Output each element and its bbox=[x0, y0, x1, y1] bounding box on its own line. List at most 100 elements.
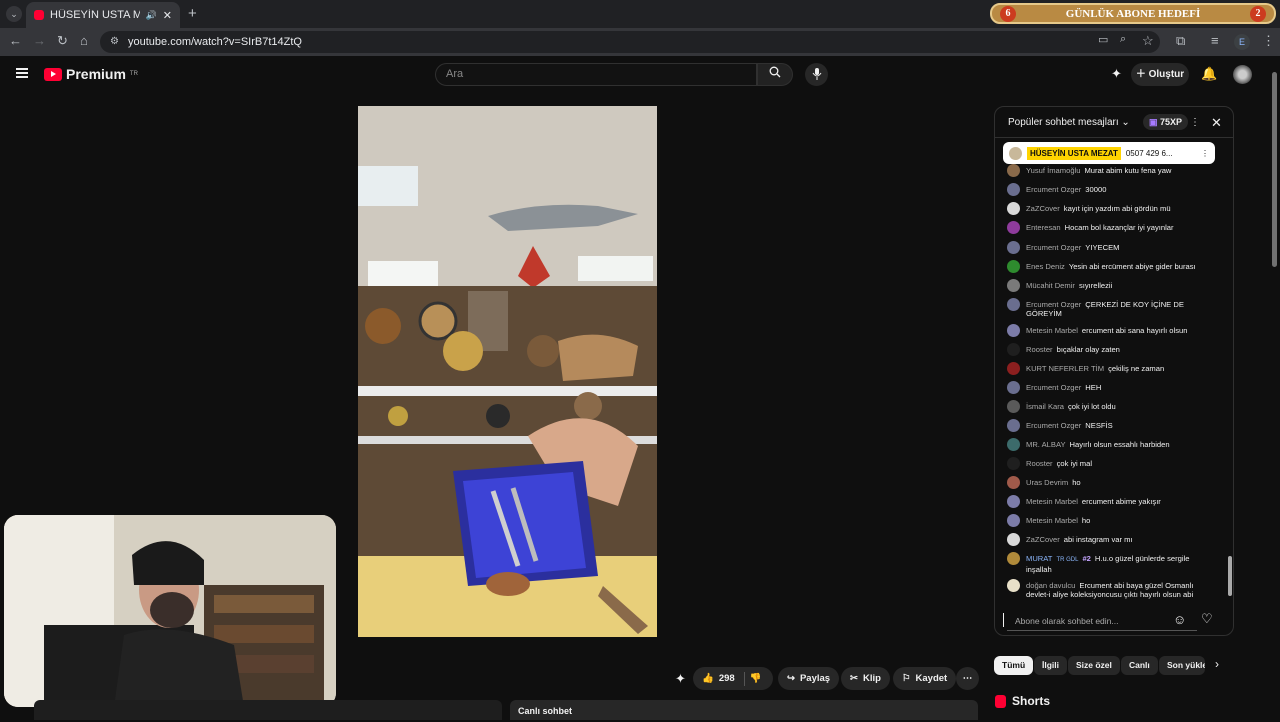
chat-input[interactable]: Abone olarak sohbet edin... bbox=[1007, 611, 1197, 631]
back-arrow-icon[interactable]: ← bbox=[9, 33, 22, 48]
chat-author-name[interactable]: Metesin Marbel bbox=[1026, 516, 1078, 525]
chat-message[interactable]: Ercument Ozger HEH bbox=[1007, 381, 1217, 394]
chat-author-avatar[interactable] bbox=[1007, 362, 1020, 375]
chat-author-name[interactable]: MR. ALBAY bbox=[1026, 440, 1066, 449]
chat-author-avatar[interactable] bbox=[1007, 419, 1020, 432]
clip-button[interactable]: ✂ Klip bbox=[841, 667, 890, 690]
account-avatar[interactable] bbox=[1233, 65, 1252, 84]
chat-author-name[interactable]: Ercument Ozger bbox=[1026, 300, 1081, 309]
chat-author-avatar[interactable] bbox=[1007, 324, 1020, 337]
chat-author-avatar[interactable] bbox=[1007, 279, 1020, 292]
chat-message[interactable]: ZaZCover kayıt için yazdım abi gördün mü bbox=[1007, 202, 1217, 215]
chat-message[interactable]: Metesin Marbel ho bbox=[1007, 514, 1217, 527]
pinned-more-icon[interactable]: ⋮ bbox=[1201, 149, 1209, 158]
chat-author-avatar[interactable] bbox=[1007, 400, 1020, 413]
chat-author-name[interactable]: Enes Deniz bbox=[1026, 262, 1065, 271]
chat-author-name[interactable]: Yusuf İmamoğlu bbox=[1026, 166, 1080, 175]
chat-author-avatar[interactable] bbox=[1007, 381, 1020, 394]
chat-author-avatar[interactable] bbox=[1007, 183, 1020, 196]
chat-message[interactable]: Ercument Ozger 30000 bbox=[1007, 183, 1217, 196]
youtube-logo[interactable]: Premium TR bbox=[44, 66, 138, 82]
chat-message[interactable]: Ercument Ozger ÇERKEZİ DE KOY İÇİNE DE GÖ… bbox=[1007, 298, 1217, 318]
chat-message[interactable]: MURAT TR GDL #2 H.u.o güzel günlerde sergil… bbox=[1007, 552, 1217, 574]
chat-message[interactable]: Metesin Marbel ercument abime yakışır bbox=[1007, 495, 1217, 508]
chat-author-avatar[interactable] bbox=[1007, 260, 1020, 273]
chat-author-name[interactable]: Metesin Marbel bbox=[1026, 497, 1078, 506]
close-chat-icon[interactable]: ✕ bbox=[1211, 107, 1222, 138]
chat-mode-dropdown[interactable]: Popüler sohbet mesajları ⌄ bbox=[1008, 117, 1130, 128]
speaker-icon[interactable]: 🔊 bbox=[146, 10, 157, 21]
chat-author-avatar[interactable] bbox=[1007, 343, 1020, 356]
chat-message[interactable]: Ercument Ozger YIYECEM bbox=[1007, 241, 1217, 254]
media-controls-icon[interactable]: ≡ bbox=[1211, 33, 1219, 48]
chat-author-avatar[interactable] bbox=[1007, 476, 1020, 489]
zoom-icon[interactable]: ⌕ bbox=[1120, 33, 1126, 46]
chat-author-name[interactable]: ZaZCover bbox=[1026, 204, 1060, 213]
chat-message[interactable]: ZaZCover abi instagram var mı bbox=[1007, 533, 1217, 546]
site-info-icon[interactable]: ⚙ bbox=[110, 31, 119, 53]
chat-author-name[interactable]: Rooster bbox=[1026, 345, 1053, 354]
filter-chip[interactable]: Canlı bbox=[1121, 656, 1158, 675]
chat-scrollbar-track[interactable] bbox=[1228, 143, 1232, 599]
tab-list-button[interactable]: ⌄ bbox=[6, 6, 22, 22]
page-scrollbar-thumb[interactable] bbox=[1272, 72, 1277, 267]
chat-author-avatar[interactable] bbox=[1007, 533, 1020, 546]
chat-author-avatar[interactable] bbox=[1007, 514, 1020, 527]
heart-icon[interactable]: ♡ bbox=[1201, 611, 1213, 627]
chat-message[interactable]: Rooster bıçaklar olay zaten bbox=[1007, 343, 1217, 356]
chat-message[interactable]: Yusuf İmamoğlu Murat abim kutu fena yaw bbox=[1007, 164, 1217, 177]
video-player[interactable] bbox=[358, 106, 657, 637]
chat-author-name[interactable]: Ercument Ozger bbox=[1026, 383, 1081, 392]
dislike-button[interactable]: 👎 bbox=[750, 673, 762, 684]
chat-author-avatar[interactable] bbox=[1007, 552, 1020, 565]
chat-author-name[interactable]: Ercument Ozger bbox=[1026, 421, 1081, 430]
bookmark-star-icon[interactable]: ☆ bbox=[1142, 33, 1154, 49]
chat-author-name[interactable]: Metesin Marbel bbox=[1026, 326, 1078, 335]
chat-author-avatar[interactable] bbox=[1007, 495, 1020, 508]
filter-chip[interactable]: Son yükle bbox=[1159, 656, 1205, 675]
chat-more-icon[interactable]: ⋮ bbox=[1190, 107, 1200, 138]
home-icon[interactable]: ⌂ bbox=[80, 33, 88, 48]
chat-message[interactable]: İsmail Kara çok iyi lot oldu bbox=[1007, 400, 1217, 413]
save-button[interactable]: ⚐ Kaydet bbox=[893, 667, 957, 690]
emoji-icon[interactable]: ☺ bbox=[1173, 612, 1186, 627]
chat-message[interactable]: Metesin Marbel ercument abi sana hayırlı … bbox=[1007, 324, 1217, 337]
chat-message[interactable]: Ercument Ozger NESFİS bbox=[1007, 419, 1217, 432]
chips-next-chevron-icon[interactable]: › bbox=[1215, 657, 1219, 671]
tab-close-icon[interactable]: ✕ bbox=[163, 9, 172, 22]
chat-author-avatar[interactable] bbox=[1007, 164, 1020, 177]
chat-message[interactable]: Mücahit Demir sıyırellezii bbox=[1007, 279, 1217, 292]
more-actions-button[interactable]: ⋯ bbox=[956, 667, 979, 690]
chat-author-name[interactable]: Rooster bbox=[1026, 459, 1053, 468]
hamburger-menu-icon[interactable] bbox=[16, 68, 28, 78]
premium-lite-badge-icon[interactable]: ✦ bbox=[675, 671, 686, 687]
chat-author-name[interactable]: Ercument Ozger bbox=[1026, 185, 1081, 194]
xp-badge[interactable]: ▣ 75XP bbox=[1143, 114, 1189, 130]
forward-arrow-icon[interactable]: → bbox=[33, 33, 46, 48]
chat-message[interactable]: doğan davulcu Ercument abi baya güzel Osm… bbox=[1007, 579, 1217, 599]
browser-menu-icon[interactable]: ⋮ bbox=[1262, 33, 1275, 49]
chat-scrollbar-thumb[interactable] bbox=[1228, 556, 1232, 596]
like-button[interactable]: 👍 298 bbox=[702, 673, 735, 684]
chat-author-name[interactable]: ZaZCover bbox=[1026, 535, 1060, 544]
chat-message[interactable]: Rooster çok iyi mal bbox=[1007, 457, 1217, 470]
share-button[interactable]: ↪ Paylaş bbox=[778, 667, 840, 690]
search-button[interactable] bbox=[757, 63, 793, 86]
chat-author-name[interactable]: MURAT bbox=[1026, 554, 1052, 563]
chat-author-name[interactable]: Enteresan bbox=[1026, 223, 1061, 232]
chat-author-name[interactable]: doğan davulcu bbox=[1026, 581, 1075, 590]
chat-author-avatar[interactable] bbox=[1007, 221, 1020, 234]
extensions-icon[interactable]: ⧉ bbox=[1176, 33, 1185, 49]
address-bar[interactable]: ⚙ youtube.com/watch?v=SIrB7t14ZtQ bbox=[100, 31, 1160, 53]
chat-author-name[interactable]: Mücahit Demir bbox=[1026, 281, 1075, 290]
chat-author-name[interactable]: İsmail Kara bbox=[1026, 402, 1064, 411]
premium-lite-icon[interactable]: ✦ bbox=[1111, 66, 1122, 82]
voice-search-button[interactable] bbox=[805, 63, 828, 86]
chat-author-name[interactable]: KURT NEFERLER TİM bbox=[1026, 364, 1104, 373]
filter-chip[interactable]: Size özel bbox=[1068, 656, 1120, 675]
reload-icon[interactable]: ↻ bbox=[57, 33, 68, 49]
chat-author-avatar[interactable] bbox=[1007, 457, 1020, 470]
chat-author-avatar[interactable] bbox=[1007, 202, 1020, 215]
chat-message[interactable]: Enteresan Hocam bol kazançlar iyi yayınla… bbox=[1007, 221, 1217, 234]
filter-chip[interactable]: İlgili bbox=[1034, 656, 1067, 675]
